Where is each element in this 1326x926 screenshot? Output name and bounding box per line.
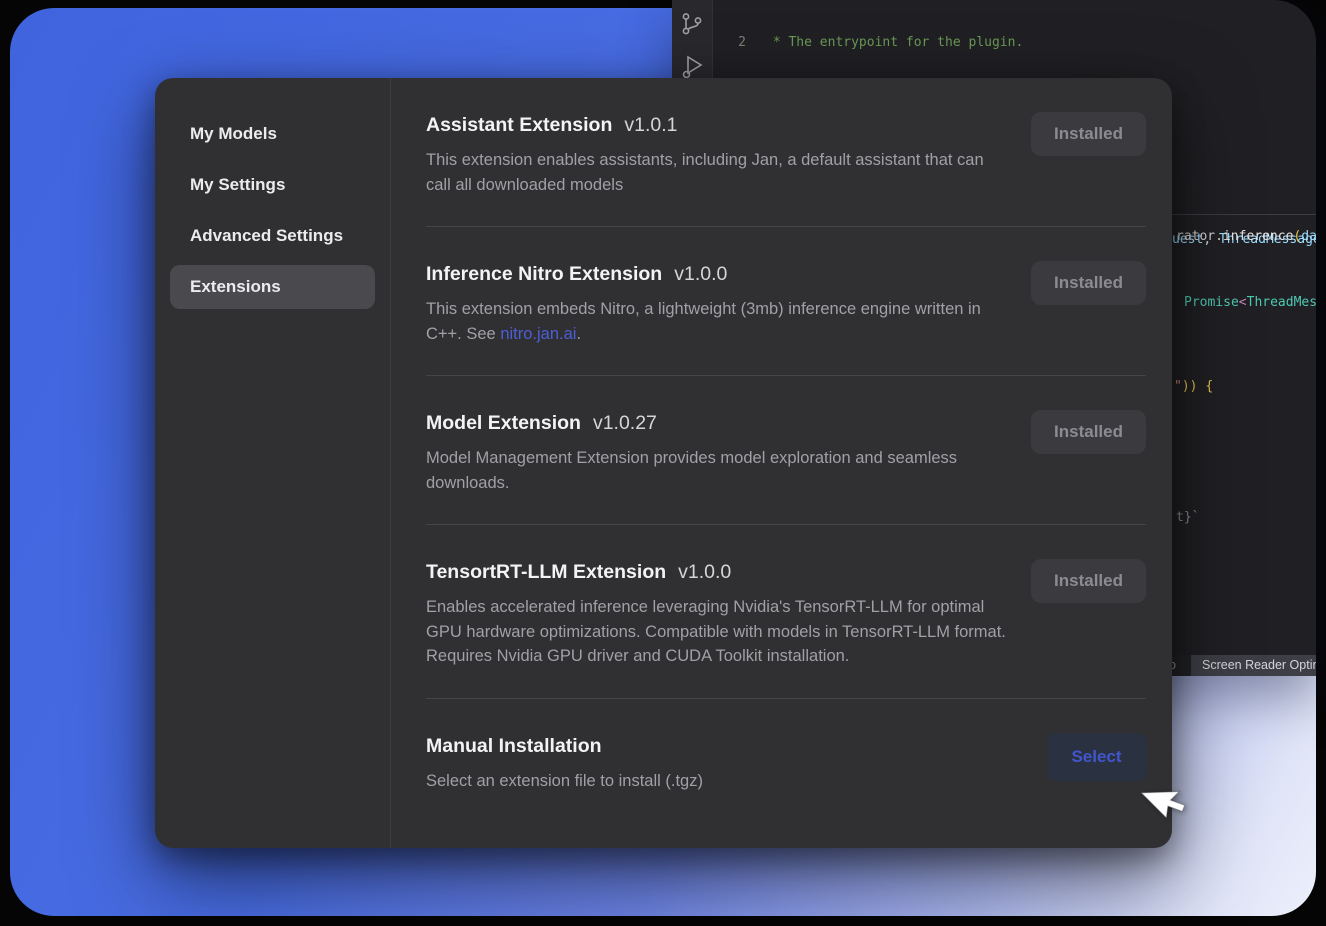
code-fragment: t}`: [1176, 510, 1199, 525]
section-divider: [426, 375, 1146, 376]
extensions-panel: Assistant Extension v1.0.1 This extension…: [391, 78, 1172, 848]
source-control-icon[interactable]: [681, 12, 703, 36]
installed-button[interactable]: Installed: [1031, 410, 1146, 454]
extension-title: Inference Nitro Extension: [426, 263, 662, 285]
extension-title: Assistant Extension: [426, 114, 612, 136]
run-debug-icon[interactable]: [681, 54, 705, 80]
extension-version: v1.0.27: [593, 412, 657, 434]
sidebar-item-my-models[interactable]: My Models: [170, 112, 375, 156]
sidebar-item-my-settings[interactable]: My Settings: [170, 163, 375, 207]
nitro-jan-ai-link[interactable]: nitro.jan.ai: [500, 325, 576, 343]
settings-sidebar: My Models My Settings Advanced Settings …: [155, 78, 391, 848]
code-fragment: rator.inference(data));: [1176, 229, 1316, 244]
manual-installation-title: Manual Installation: [426, 733, 703, 759]
line-number: 2: [712, 35, 746, 51]
code-fragment: ")) {: [1174, 379, 1213, 394]
extension-section-model: Model Extension v1.0.27 Model Management …: [426, 410, 1146, 495]
settings-modal: My Models My Settings Advanced Settings …: [155, 78, 1172, 848]
select-file-button[interactable]: Select: [1047, 733, 1146, 781]
extension-title-row: TensortRT-LLM Extension v1.0.0: [426, 559, 1008, 585]
section-divider: [426, 226, 1146, 227]
manual-installation-description: Select an extension file to install (.tg…: [426, 769, 703, 794]
installed-button[interactable]: Installed: [1031, 112, 1146, 156]
screen-reader-optimized-badge[interactable]: Screen Reader Optimized: [1191, 655, 1316, 676]
installed-button[interactable]: Installed: [1031, 261, 1146, 305]
extension-description: This extension enables assistants, inclu…: [426, 148, 1008, 197]
section-divider: [426, 524, 1146, 525]
extension-description: This extension embeds Nitro, a lightweig…: [426, 297, 1008, 346]
manual-installation-section: Manual Installation Select an extension …: [426, 733, 1146, 794]
extension-title: Model Extension: [426, 412, 581, 434]
extension-description: Enables accelerated inference leveraging…: [426, 595, 1008, 669]
extension-title-row: Inference Nitro Extension v1.0.0: [426, 261, 1008, 287]
extension-section-assistant: Assistant Extension v1.0.1 This extension…: [426, 112, 1146, 197]
code-line: 2 * The entrypoint for the plugin.: [712, 35, 1316, 51]
section-divider: [426, 698, 1146, 699]
extension-title-row: Assistant Extension v1.0.1: [426, 112, 1008, 138]
extension-description: Model Management Extension provides mode…: [426, 446, 1008, 495]
code-fragment: Promise<ThreadMessage>: [1184, 295, 1316, 310]
extension-title: TensortRT-LLM Extension: [426, 561, 666, 583]
sidebar-item-advanced-settings[interactable]: Advanced Settings: [170, 214, 375, 258]
extension-version: v1.0.1: [624, 114, 677, 136]
sidebar-item-extensions[interactable]: Extensions: [170, 265, 375, 309]
extension-section-nitro: Inference Nitro Extension v1.0.0 This ext…: [426, 261, 1146, 346]
extension-version: v1.0.0: [674, 263, 727, 285]
extension-version: v1.0.0: [678, 561, 731, 583]
extension-section-tensorrt: TensortRT-LLM Extension v1.0.0 Enables ac…: [426, 559, 1146, 669]
screenshot-stage: 2 * The entrypoint for the plugin. 3 */ …: [0, 0, 1326, 926]
code-comment: * The entrypoint for the plugin.: [765, 35, 1023, 51]
installed-button[interactable]: Installed: [1031, 559, 1146, 603]
extension-title-row: Model Extension v1.0.27: [426, 410, 1008, 436]
